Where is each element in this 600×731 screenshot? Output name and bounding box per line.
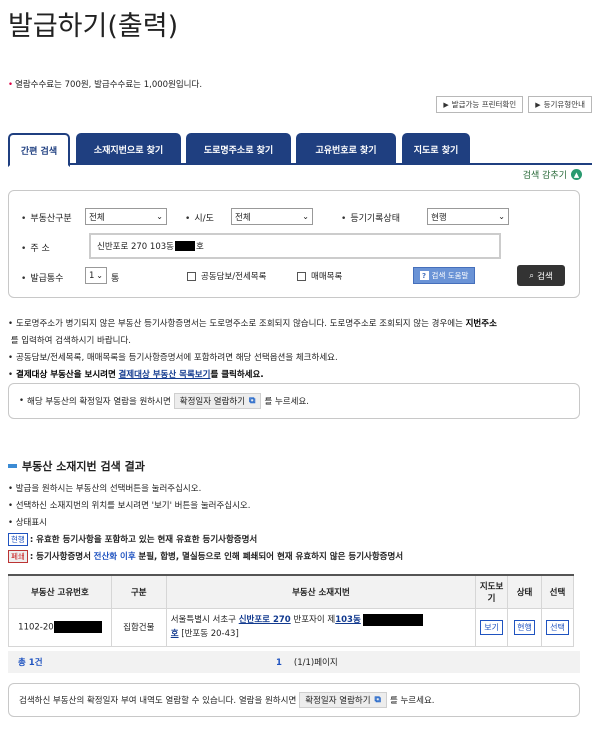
- reg-types-button[interactable]: ▶ 등기유형안내: [528, 96, 592, 113]
- property-type-select[interactable]: 전체 ⌄: [85, 208, 167, 225]
- col-status: 상태: [507, 574, 542, 609]
- note-item: • 상태표시: [8, 518, 47, 528]
- checkbox-icon: [187, 271, 196, 281]
- map-cell: 보기: [475, 607, 509, 647]
- results-title: 부동산 소재지번 검색 결과: [8, 458, 145, 474]
- note-item: • 결제대상 부동산을 보시려면 결제대상 부동산 목록보기를 클릭하세요.: [8, 370, 264, 380]
- status-badge: 폐쇄: [8, 550, 28, 563]
- redacted-block: [174, 241, 195, 251]
- note-item: • 공동담보/전세목록, 매매목록을 등기사항증명서에 포함하려면 해당 선택옵션…: [8, 353, 338, 363]
- chevron-down-icon: ⌄: [302, 212, 309, 221]
- external-link-icon: ⧉: [249, 396, 256, 406]
- col-map: 지도보기: [475, 574, 509, 609]
- search-button[interactable]: ⌕ 검색: [517, 265, 565, 286]
- payment-list-link[interactable]: 결제대상 부동산 목록보기: [118, 370, 210, 380]
- top-buttons: ▶ 발급가능 프린터확인 ▶ 등기유형안내: [436, 96, 592, 113]
- copies-unit: 통: [111, 274, 120, 284]
- reg-status-select[interactable]: 현행 ⌄: [427, 208, 509, 225]
- confirm-date-box-2: 검색하신 부동산의 확정일자 부여 내역도 열람할 수 있습니다. 열람을 원하…: [8, 683, 580, 717]
- redacted-block: [363, 613, 424, 626]
- map-view-button[interactable]: 보기: [480, 619, 503, 635]
- col-unique-number: 부동산 고유번호: [8, 574, 112, 609]
- confirm-date-box: • 해당 부동산의 확정일자 열람을 원하시면 확정일자 열람하기 ⧉ 를 누르세요…: [8, 383, 580, 419]
- question-icon: ?: [419, 271, 429, 280]
- road-link[interactable]: 신반포로 270: [239, 615, 291, 625]
- chevron-down-icon: ⌄: [96, 271, 103, 280]
- reg-status-label: • 등기기록상태: [341, 214, 400, 224]
- building-link[interactable]: 103동: [335, 615, 361, 625]
- external-link-icon: ⧉: [374, 695, 381, 705]
- confirm-date-button[interactable]: 확정일자 열람하기 ⧉: [173, 393, 262, 409]
- note-item: 를 입력하여 검색하시기 바랍니다.: [10, 336, 131, 346]
- page-title: 발급하기(출력): [8, 11, 179, 42]
- arrow-right-icon: ▶: [443, 100, 449, 109]
- table-row: 1102-20 집합건물 서울특별시 서초구 신반포로 270 반포자이 제10…: [8, 607, 574, 647]
- unique-number-cell: 1102-20: [8, 607, 112, 647]
- joint-collateral-checkbox[interactable]: 공동담보/전세목록: [187, 270, 266, 282]
- col-type: 구분: [110, 574, 167, 609]
- chevron-down-icon: ⌄: [156, 212, 163, 221]
- arrow-right-icon: ▶: [535, 100, 541, 109]
- legend-closed: 폐쇄: 등기사항증명서 전산화 이후 분필, 합병, 멸실등으로 인해 폐쇄되어…: [8, 549, 592, 566]
- note-item: • 도로명주소가 병기되지 않은 부동산 등기사항증명서는 도로명주소로 조회되지…: [8, 319, 497, 329]
- collapse-search-toggle[interactable]: 검색 감추기 ▲: [523, 168, 582, 181]
- table-header: 부동산 고유번호 구분 부동산 소재지번 지도보기 상태 선택: [8, 574, 574, 609]
- results-table: 부동산 고유번호 구분 부동산 소재지번 지도보기 상태 선택 1102-20 …: [8, 574, 574, 647]
- col-select: 선택: [541, 574, 574, 609]
- sido-select[interactable]: 전체 ⌄: [231, 208, 313, 225]
- address-label: • 주 소: [21, 244, 50, 254]
- pagination: 1 (1/1)페이지: [276, 658, 338, 668]
- chevron-down-icon: ⌄: [498, 212, 505, 221]
- search-notes: • 도로명주소가 병기되지 않은 부동산 등기사항증명서는 도로명주소로 조회되지…: [8, 316, 592, 384]
- search-tabs: 간편 검색 소재지번으로 찾기 도로명주소로 찾기 고유번호로 찾기 지도로 찾…: [8, 133, 592, 167]
- copies-label: • 발급통수: [21, 274, 64, 284]
- total-count: 총 1건: [18, 658, 43, 668]
- tab-road-address[interactable]: 도로명주소로 찾기: [186, 133, 291, 165]
- type-cell: 집합건물: [110, 607, 167, 647]
- pagination-bar: 총 1건 1 (1/1)페이지: [8, 651, 580, 673]
- note-item: • 선택하신 소재지번의 위치를 보시려면 '보기' 버튼을 눌러주십시오.: [8, 501, 251, 511]
- copies-select[interactable]: 1 ⌄: [85, 267, 107, 284]
- col-address: 부동산 소재지번: [165, 574, 477, 609]
- printer-check-button[interactable]: ▶ 발급가능 프린터확인: [436, 96, 524, 113]
- confirm-date-button-2[interactable]: 확정일자 열람하기 ⧉: [299, 692, 387, 708]
- status-cell: 현행: [507, 607, 542, 647]
- page-current[interactable]: 1: [276, 658, 282, 668]
- tab-simple-search[interactable]: 간편 검색: [8, 133, 70, 167]
- property-type-label: • 부동산구분: [21, 214, 72, 224]
- address-input[interactable]: 신반포로 270 103동 호: [89, 233, 501, 259]
- select-button[interactable]: 선택: [546, 619, 569, 635]
- status-badge: 현행: [514, 619, 535, 635]
- search-form: • 부동산구분 전체 ⌄ • 시/도 전체 ⌄ • 등기기록상태 현행 ⌄ • 주 소 신반포…: [8, 190, 580, 298]
- sido-label: • 시/도: [185, 214, 214, 224]
- legend-valid: 현행: 유효한 등기사항을 포함하고 있는 현재 유효한 등기사항증명서: [8, 532, 592, 549]
- bullet-icon: •: [8, 80, 14, 90]
- tab-unique-number[interactable]: 고유번호로 찾기: [296, 133, 396, 165]
- address-cell: 서울특별시 서초구 신반포로 270 반포자이 제103동 호 [반포동 20-…: [165, 607, 477, 647]
- sale-list-checkbox[interactable]: 매매목록: [297, 270, 342, 282]
- tab-map[interactable]: 지도로 찾기: [402, 133, 470, 165]
- section-bar-icon: [8, 464, 17, 468]
- status-badge: 현행: [8, 533, 28, 546]
- fee-note: • 열람수수료는 700원, 발급수수료는 1,000원입니다.: [8, 80, 203, 90]
- tab-lot-number[interactable]: 소재지번으로 찾기: [76, 133, 181, 165]
- results-notes: • 발급을 원하시는 부동산의 선택버튼을 눌러주십시오. • 선택하신 소재지…: [8, 481, 592, 566]
- note-item: • 발급을 원하시는 부동산의 선택버튼을 눌러주십시오.: [8, 484, 202, 494]
- checkbox-icon: [297, 271, 306, 281]
- search-icon: ⌕: [529, 270, 535, 281]
- chevron-up-icon: ▲: [571, 169, 582, 180]
- search-help-button[interactable]: ? 검색 도움말: [413, 267, 475, 284]
- select-cell: 선택: [541, 607, 574, 647]
- redacted-block: [53, 621, 102, 633]
- unit-link[interactable]: 호: [171, 629, 179, 639]
